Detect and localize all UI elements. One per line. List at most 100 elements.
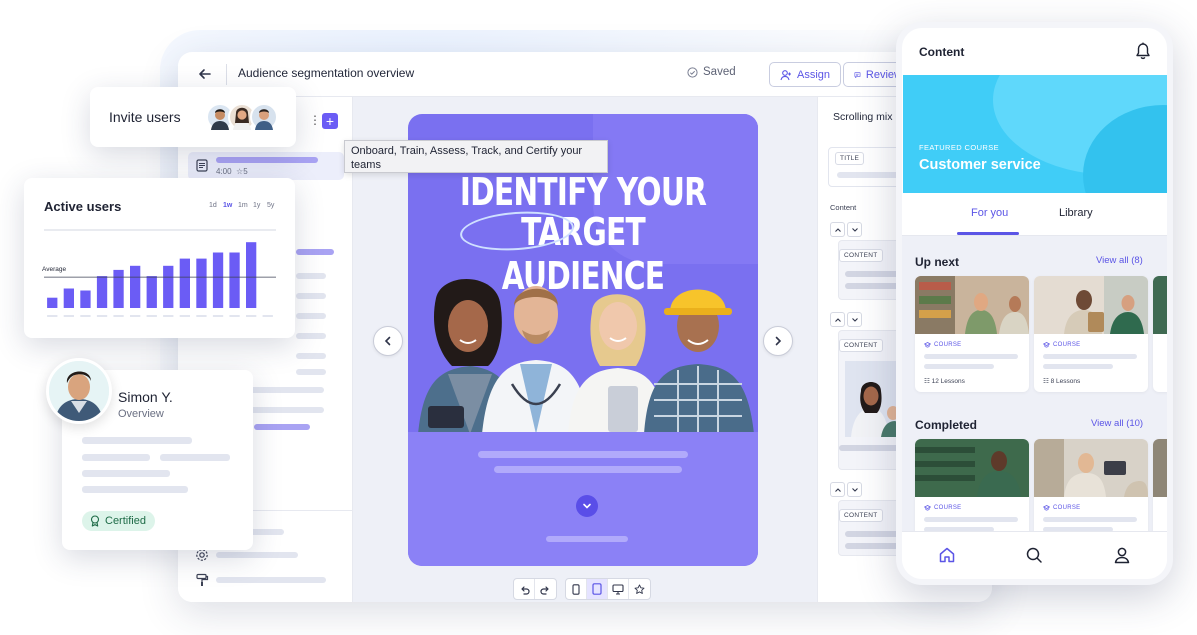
x-tick-label xyxy=(229,315,240,317)
desktop-view-button[interactable] xyxy=(608,579,629,599)
chevron-down-icon xyxy=(851,317,858,322)
content-image xyxy=(845,361,903,437)
lesson-count-text: 8 Lessons xyxy=(1050,378,1081,385)
range-1w[interactable]: 1w xyxy=(223,202,232,209)
content-line xyxy=(839,445,903,451)
course-editor-window: Audience segmentation overview Saved Ass… xyxy=(178,52,992,602)
lesson-count: ☷ 12 Lessons xyxy=(924,377,965,385)
move-down-button[interactable] xyxy=(847,222,862,237)
tab-library[interactable]: Library xyxy=(1059,207,1093,219)
range-1y[interactable]: 1y xyxy=(253,202,260,209)
range-1d[interactable]: 1d xyxy=(209,202,217,209)
course-type-tag: COURSE xyxy=(1043,342,1080,348)
list-icon: ☷ xyxy=(1043,378,1049,385)
star-outline-icon xyxy=(634,583,645,594)
x-tick-label xyxy=(146,315,157,317)
course-thumbnail xyxy=(1153,276,1167,334)
tab-for-you[interactable]: For you xyxy=(971,207,1008,219)
search-icon[interactable] xyxy=(1025,546,1043,564)
move-up-button[interactable] xyxy=(830,482,845,497)
favorite-button[interactable] xyxy=(629,579,650,599)
home-icon[interactable] xyxy=(938,546,956,564)
mobile-view-button[interactable] xyxy=(566,579,587,599)
up-next-title: Up next xyxy=(915,255,960,269)
team-photo xyxy=(418,278,754,434)
content-line xyxy=(845,283,903,289)
tablet-icon xyxy=(592,583,602,595)
course-card-partial[interactable] xyxy=(1153,276,1167,392)
course-thumbnail xyxy=(1153,439,1167,497)
user-icon[interactable] xyxy=(1113,546,1131,564)
check-circle-icon xyxy=(687,66,698,78)
chart-bar xyxy=(163,265,174,308)
more-options-icon[interactable]: ⋮ xyxy=(309,113,321,127)
profile-line xyxy=(82,437,192,444)
chart-bar xyxy=(229,252,240,308)
outline-item-title xyxy=(216,157,318,163)
course-card[interactable]: COURSE ☷ 12 Lessons xyxy=(915,276,1029,392)
up-next-view-all-link[interactable]: View all (8) xyxy=(1096,255,1143,266)
chevron-down-icon xyxy=(583,503,591,509)
back-arrow-icon[interactable] xyxy=(196,65,214,83)
slide-headline-line1: IDENTIFY YOUR xyxy=(459,170,707,214)
redo-button[interactable] xyxy=(535,579,556,599)
slide-preview[interactable]: IDENTIFY YOUR TARGET AUDIENCE xyxy=(408,114,758,566)
saved-status: Saved xyxy=(687,66,736,78)
move-down-button[interactable] xyxy=(847,482,862,497)
gear-icon[interactable] xyxy=(195,548,209,562)
lesson-count-text: 12 Lessons xyxy=(931,378,965,385)
content-line xyxy=(845,271,903,277)
duration-text: 4:00 xyxy=(216,167,232,176)
course-title-line xyxy=(924,517,1018,522)
next-slide-button[interactable] xyxy=(763,326,793,356)
graduation-cap-icon xyxy=(1043,505,1050,511)
previous-slide-button[interactable] xyxy=(373,326,403,356)
redo-icon xyxy=(540,585,549,595)
x-tick-label xyxy=(246,315,257,317)
active-users-card: Active users 1d 1w 1m 1y 5y Average xyxy=(24,178,295,338)
move-up-button[interactable] xyxy=(830,312,845,327)
outline-line xyxy=(296,353,326,359)
x-tick-label xyxy=(212,315,224,317)
content-tag: CONTENT xyxy=(839,339,883,352)
active-users-chart: Average xyxy=(42,229,276,317)
phone-bottom-nav xyxy=(902,531,1167,579)
chart-bar xyxy=(246,242,257,308)
content-tag: CONTENT xyxy=(839,249,883,262)
outline-line xyxy=(296,333,326,339)
paint-roller-icon[interactable] xyxy=(195,573,209,587)
course-title-line xyxy=(1043,354,1137,359)
completed-view-all-link[interactable]: View all (10) xyxy=(1091,418,1143,429)
course-card[interactable]: COURSE ☷ 8 Lessons xyxy=(1034,276,1148,392)
range-5y[interactable]: 5y xyxy=(267,202,274,209)
bell-icon[interactable] xyxy=(1135,42,1151,60)
chevron-left-icon xyxy=(384,336,391,346)
assign-button[interactable]: Assign xyxy=(769,62,842,87)
content-image-thumbnail xyxy=(845,361,903,437)
move-down-button[interactable] xyxy=(847,312,862,327)
course-type-tag: COURSE xyxy=(924,342,961,348)
profile-line xyxy=(82,454,150,461)
chart-bar xyxy=(80,290,91,308)
featured-course-banner[interactable]: FEATURED COURSE Customer service xyxy=(903,75,1167,193)
range-1m[interactable]: 1m xyxy=(238,202,248,209)
content-line xyxy=(845,543,903,549)
scroll-down-button[interactable] xyxy=(576,495,598,517)
move-up-button[interactable] xyxy=(830,222,845,237)
monitor-icon xyxy=(612,583,624,595)
outline-line xyxy=(254,424,310,430)
editor-header: Audience segmentation overview Saved Ass… xyxy=(178,52,992,97)
content-line xyxy=(845,531,903,537)
phone-header: Content xyxy=(902,28,1167,76)
slide-text-line xyxy=(546,536,628,542)
outline-line xyxy=(296,293,326,299)
add-item-button[interactable]: + xyxy=(322,113,338,129)
tablet-view-button[interactable] xyxy=(587,579,608,599)
rating-text: 5 xyxy=(243,167,248,176)
phone-tabs: For you Library xyxy=(902,193,1167,236)
graduation-cap-icon xyxy=(924,505,931,511)
tooltip: Onboard, Train, Assess, Track, and Certi… xyxy=(344,140,608,173)
invite-users-card[interactable]: Invite users xyxy=(90,87,296,147)
chart-bar xyxy=(47,297,58,308)
undo-button[interactable] xyxy=(514,579,535,599)
